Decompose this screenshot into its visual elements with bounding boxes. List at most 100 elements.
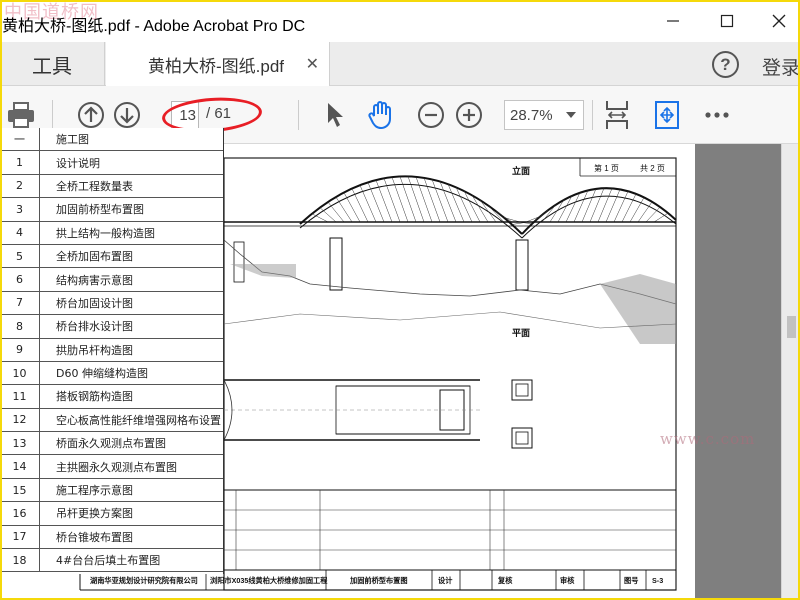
row-drawing-name: 空心板高性能纤维增强网格布设置: [56, 413, 221, 427]
hand-icon: [368, 101, 391, 130]
help-icon[interactable]: ?: [712, 51, 739, 78]
drawing-list-table: 一 施工图 1 设计说明 2 全桥工程数量表 3 加固前桥型布置图 4 拱上结构一般构造图 5 全桥加…: [0, 128, 224, 574]
zoom-out-button[interactable]: [414, 98, 448, 132]
page-gutter: [695, 144, 781, 600]
table-row: 6 结构病害示意图: [0, 268, 223, 292]
hanger-line: [495, 210, 513, 223]
chevron-down-icon: [566, 112, 576, 118]
table-row: 15 施工程序示意图: [0, 478, 223, 503]
scrollbar-thumb[interactable]: [787, 316, 796, 338]
row-drawing-name: 拱上结构一般构造图: [56, 226, 155, 240]
table-row: 10 D60 伸缩缝构造图: [0, 361, 223, 386]
table-row: 一 施工图: [0, 128, 223, 152]
row-number: 10: [0, 361, 40, 385]
hanger-line: [335, 196, 353, 223]
tab-close-icon[interactable]: ✕: [306, 54, 319, 74]
hanger-line: [455, 187, 473, 223]
toolbar-separator: [592, 100, 593, 130]
zoom-in-button[interactable]: [452, 98, 486, 132]
row-number: 14: [0, 455, 40, 478]
hanger-line: [605, 189, 621, 223]
fit-page-icon: [655, 101, 679, 129]
drawing-name: 加固前桥型布置图: [349, 576, 408, 585]
close-window-button[interactable]: [762, 8, 796, 34]
toolbar-separator: [52, 100, 53, 130]
row-drawing-name: 施工图: [56, 133, 89, 147]
title-bar: 中国道桥网 黄柏大桥-图纸.pdf - Adobe Acrobat Pro DC: [0, 0, 800, 42]
row-drawing-name: 全桥工程数量表: [56, 179, 133, 193]
arrow-down-icon: [114, 102, 140, 128]
figure-number-value: S-3: [652, 576, 663, 585]
hanger-line: [581, 188, 597, 223]
hanger-line: [653, 212, 669, 223]
next-page-button[interactable]: [110, 98, 144, 132]
hanger-line: [399, 176, 417, 223]
table-row: 11 搭板钢筋构造图: [0, 385, 223, 409]
plan-title: 平面: [512, 328, 530, 338]
row-number: 4: [0, 221, 40, 244]
minimize-icon: [667, 20, 679, 22]
table-row: 18 4#台台后填土布置图: [0, 549, 223, 573]
table-row: 13 桥面永久观测点布置图: [0, 432, 223, 456]
hanger-line: [319, 207, 337, 223]
hanger-line: [351, 188, 369, 223]
hanger-line: [589, 188, 605, 223]
design-label: 设计: [438, 576, 453, 585]
row-drawing-name: 施工程序示意图: [56, 484, 133, 498]
hanger-line: [311, 213, 329, 223]
previous-page-button[interactable]: [74, 98, 108, 132]
row-number: 16: [0, 502, 40, 525]
table-row: 17 桥台锥坡布置图: [0, 525, 223, 550]
vertical-scrollbar[interactable]: [781, 144, 800, 600]
row-drawing-name: 设计说明: [56, 156, 100, 170]
full-screen-button[interactable]: [650, 98, 684, 132]
print-button[interactable]: [4, 98, 38, 132]
hanger-line: [415, 176, 433, 223]
maximize-icon: [720, 14, 734, 28]
print-icon: [8, 102, 34, 128]
row-drawing-name: 吊杆更换方案图: [56, 507, 133, 521]
table-row: 8 桥台排水设计图: [0, 315, 223, 339]
hand-tool-button[interactable]: [364, 98, 398, 132]
row-drawing-name: 拱肋吊杆构造图: [56, 343, 133, 357]
table-row: 5 全桥加固布置图: [0, 244, 223, 269]
toolbar-separator: [298, 100, 299, 130]
tab-tools[interactable]: 工具: [0, 42, 105, 86]
row-drawing-name: 桥台锥坡布置图: [56, 530, 133, 544]
row-drawing-name: 加固前桥型布置图: [56, 203, 144, 217]
row-number: 11: [0, 385, 40, 408]
hanger-line: [597, 188, 613, 223]
cursor-arrow-icon: [328, 103, 343, 127]
row-number: 3: [0, 198, 40, 221]
row-number: 12: [0, 408, 40, 432]
zoom-out-icon: [418, 102, 444, 128]
table-row: 4 拱上结构一般构造图: [0, 221, 223, 245]
zoom-select[interactable]: 28.7%: [504, 100, 584, 130]
figure-number-label: 图号: [624, 576, 638, 585]
hanger-line: [439, 181, 457, 223]
row-drawing-name: 桥台排水设计图: [56, 320, 133, 334]
project-name: 浏阳市X035线黄柏大桥维修加固工程: [210, 576, 328, 585]
table-row: 9 拱肋吊杆构造图: [0, 338, 223, 362]
hanger-line: [367, 182, 385, 223]
row-drawing-name: D60 伸缩缝构造图: [56, 367, 148, 381]
hanger-line: [407, 176, 425, 223]
row-number: 13: [0, 432, 40, 455]
row-number: 15: [0, 478, 40, 502]
row-number: 8: [0, 315, 40, 338]
row-number: 一: [0, 128, 40, 151]
minimize-button[interactable]: [656, 8, 690, 34]
row-drawing-name: 桥面永久观测点布置图: [56, 437, 166, 451]
more-icon: [705, 112, 729, 118]
tab-document[interactable]: 黄柏大桥-图纸.pdf ✕: [106, 42, 330, 87]
table-row: 14 主拱圈永久观测点布置图: [0, 455, 223, 479]
login-button[interactable]: 登录: [762, 53, 800, 80]
tab-bar: 工具 黄柏大桥-图纸.pdf ✕ ? 登录: [0, 42, 800, 87]
row-number: 7: [0, 291, 40, 315]
maximize-button[interactable]: [710, 8, 744, 34]
select-tool-button[interactable]: [318, 98, 352, 132]
more-tools-button[interactable]: [700, 98, 734, 132]
row-number: 5: [0, 244, 40, 268]
zoom-value: 28.7%: [510, 106, 553, 124]
fit-width-button[interactable]: [600, 98, 634, 132]
